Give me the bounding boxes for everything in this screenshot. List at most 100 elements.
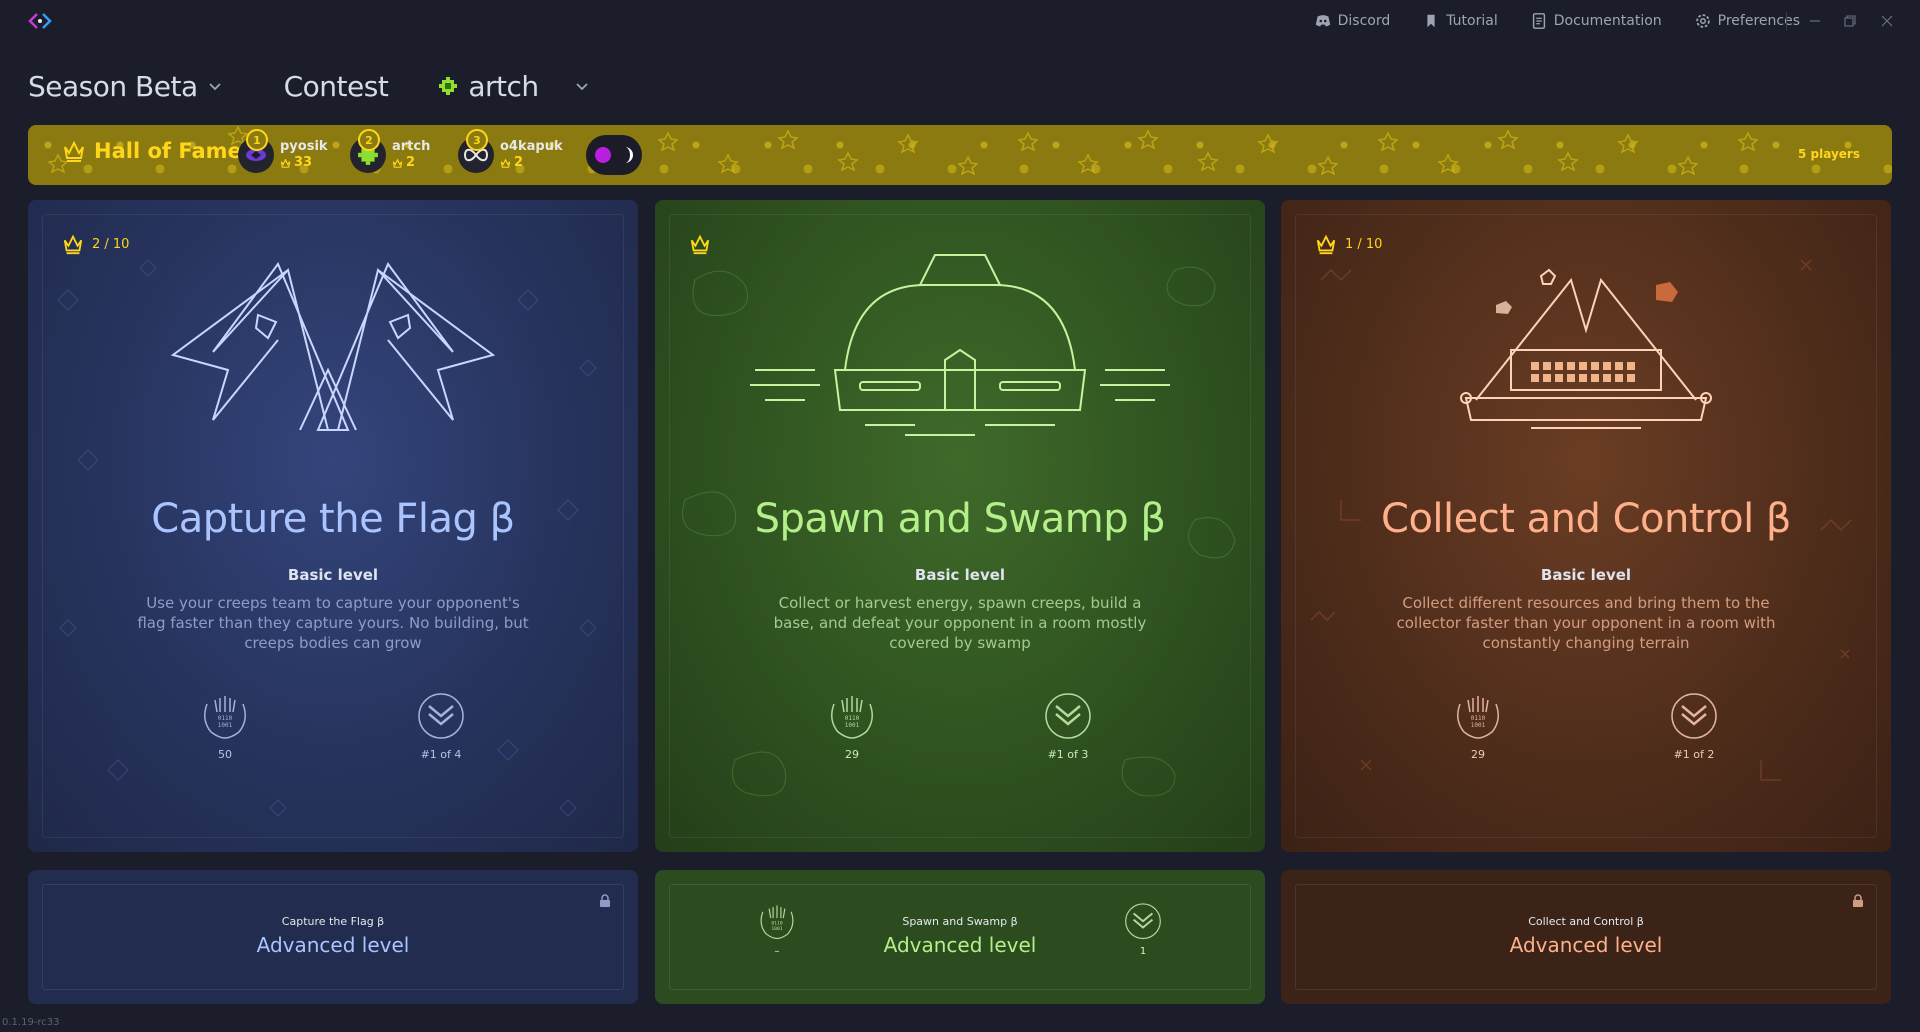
binary-laurel-icon: 0110 1001 (831, 696, 873, 739)
score-value: 29 (1471, 748, 1485, 761)
lock-icon (600, 894, 610, 907)
svg-text:0110: 0110 (218, 715, 233, 722)
player-score: 2 (500, 155, 563, 171)
tutorial-label: Tutorial (1446, 13, 1498, 29)
score-value: 29 (845, 748, 859, 761)
hof-player-2[interactable]: 2 artch 2 (350, 129, 431, 177)
rank-stat[interactable]: #1 of 2 (1649, 690, 1739, 761)
avatar: 2 (350, 129, 386, 173)
binary-laurel-icon: 0110 1001 (204, 696, 246, 739)
minimize-icon (1810, 20, 1820, 22)
contest-tab[interactable]: Contest (284, 70, 389, 103)
player-name: o4kapuk (500, 139, 563, 154)
advanced-card-subtitle: Capture the Flag β (281, 915, 385, 928)
hof-player-1[interactable]: 1 pyosik 33 (238, 129, 328, 177)
half-moon-icon (617, 147, 633, 163)
close-button[interactable] (1876, 10, 1898, 32)
card-level: Basic level (914, 566, 1006, 584)
bookmark-icon (1427, 14, 1435, 28)
title-bar: Discord Tutorial Documentation Preferenc… (0, 0, 1920, 42)
documentation-link[interactable]: Documentation (1530, 12, 1662, 30)
svg-text:1001: 1001 (1471, 722, 1486, 729)
rank-stat[interactable]: #1 of 3 (1023, 690, 1113, 761)
capture-the-flag-card[interactable]: 2 / 10 Capture the Flag β Basic level Us… (28, 200, 638, 852)
player-name: pyosik (280, 139, 328, 154)
purple-dot-icon (595, 147, 611, 163)
user-selector[interactable]: artch (438, 70, 588, 103)
card-description: Collect or harvest energy, spawn creeps,… (773, 594, 1147, 652)
spawn-and-swamp-card[interactable]: Spawn and Swamp β Basic level Collect or… (655, 200, 1265, 852)
crown-icon (280, 158, 291, 168)
score-stat[interactable]: 0110 1001 50 (180, 690, 270, 761)
user-avatar-icon (439, 77, 458, 95)
advanced-card-title: Advanced level (1509, 933, 1663, 957)
chevron-down-icon (208, 83, 221, 91)
lock-icon (1853, 894, 1863, 907)
svg-text:1001: 1001 (845, 722, 860, 729)
chevron-down-icon (575, 83, 588, 91)
advanced-card-title: Advanced level (883, 933, 1037, 957)
card-level: Basic level (1540, 566, 1632, 584)
spawn-dome-illustration (750, 254, 1170, 436)
hall-of-fame-title[interactable]: Hall of Fame (62, 139, 242, 163)
spawn-and-swamp-advanced-card[interactable]: 0110 1001 – Spawn and Swamp β Advanced l… (655, 870, 1265, 1004)
rank-value: #1 of 2 (1673, 748, 1715, 761)
svg-text:0110: 0110 (845, 715, 860, 722)
card-title: Collect and Control β (1381, 496, 1791, 542)
hof-player-3[interactable]: 3 o4kapuk 2 (458, 129, 563, 177)
advanced-card-title: Advanced level (256, 933, 410, 957)
titlebar-separator (1786, 12, 1787, 30)
season-label: Season Beta (28, 69, 198, 103)
rank-chevron-icon (418, 693, 464, 739)
avatar: 3 (458, 129, 494, 173)
rank-chevron-icon (1045, 693, 1091, 739)
restore-button[interactable] (1839, 10, 1861, 32)
score-stat[interactable]: 0110 1001 29 (1433, 690, 1523, 761)
rank-badge: 2 (358, 129, 380, 151)
capture-the-flag-advanced-card[interactable]: Capture the Flag β Advanced level (28, 870, 638, 1004)
discord-link[interactable]: Discord (1314, 12, 1390, 30)
season-selector[interactable]: Season Beta (28, 70, 222, 103)
document-icon (1532, 13, 1545, 29)
svg-text:1001: 1001 (218, 722, 233, 729)
contest-label: Contest (283, 69, 389, 103)
player-score: 2 (392, 155, 430, 171)
crown-icon (500, 158, 511, 168)
rank-value: 1 (1139, 946, 1147, 957)
hall-of-fame-bar: Hall of Fame 1 pyosik 33 2 artch 2 3 o4k… (28, 125, 1892, 185)
hall-of-fame-label: Hall of Fame (94, 139, 242, 163)
card-title: Spawn and Swamp β (754, 496, 1166, 542)
rank-value: #1 of 4 (420, 748, 462, 761)
card-title: Capture the Flag β (151, 496, 515, 542)
player-score-value: 2 (406, 155, 416, 170)
tutorial-link[interactable]: Tutorial (1422, 12, 1498, 30)
app-logo-icon[interactable] (28, 11, 52, 31)
collect-and-control-advanced-card[interactable]: Collect and Control β Advanced level (1281, 870, 1891, 1004)
card-description: Collect different resources and bring th… (1396, 594, 1776, 652)
rank-badge: 3 (466, 129, 488, 151)
advanced-card-subtitle: Collect and Control β (1528, 915, 1644, 928)
preferences-link[interactable]: Preferences (1694, 12, 1800, 30)
preferences-label: Preferences (1717, 13, 1800, 29)
player-name: artch (392, 139, 431, 154)
card-level: Basic level (287, 566, 379, 584)
restore-icon (1844, 15, 1856, 27)
close-icon (1881, 15, 1893, 27)
crown-icon (64, 140, 84, 162)
minimize-button[interactable] (1804, 10, 1826, 32)
rank-stat[interactable]: 1 (1113, 900, 1173, 957)
avatar: 1 (238, 129, 274, 173)
collect-and-control-card[interactable]: 1 / 10 Collect and Control β Basic level… (1281, 200, 1891, 852)
version-label: 0.1.19-rc33 (2, 1017, 60, 1028)
discord-icon (1315, 15, 1330, 27)
rank-chevron-icon (1671, 693, 1717, 739)
score-stat[interactable]: 0110 1001 29 (807, 690, 897, 761)
hall-of-fame-toggle[interactable] (586, 135, 642, 175)
svg-text:0110: 0110 (1471, 715, 1486, 722)
collector-illustration (1460, 268, 1712, 429)
rank-chevron-icon (1125, 903, 1161, 940)
rank-stat[interactable]: #1 of 4 (396, 690, 486, 761)
player-score: 33 (280, 155, 328, 171)
player-count: 5 players (1798, 147, 1860, 161)
documentation-label: Documentation (1553, 13, 1662, 29)
